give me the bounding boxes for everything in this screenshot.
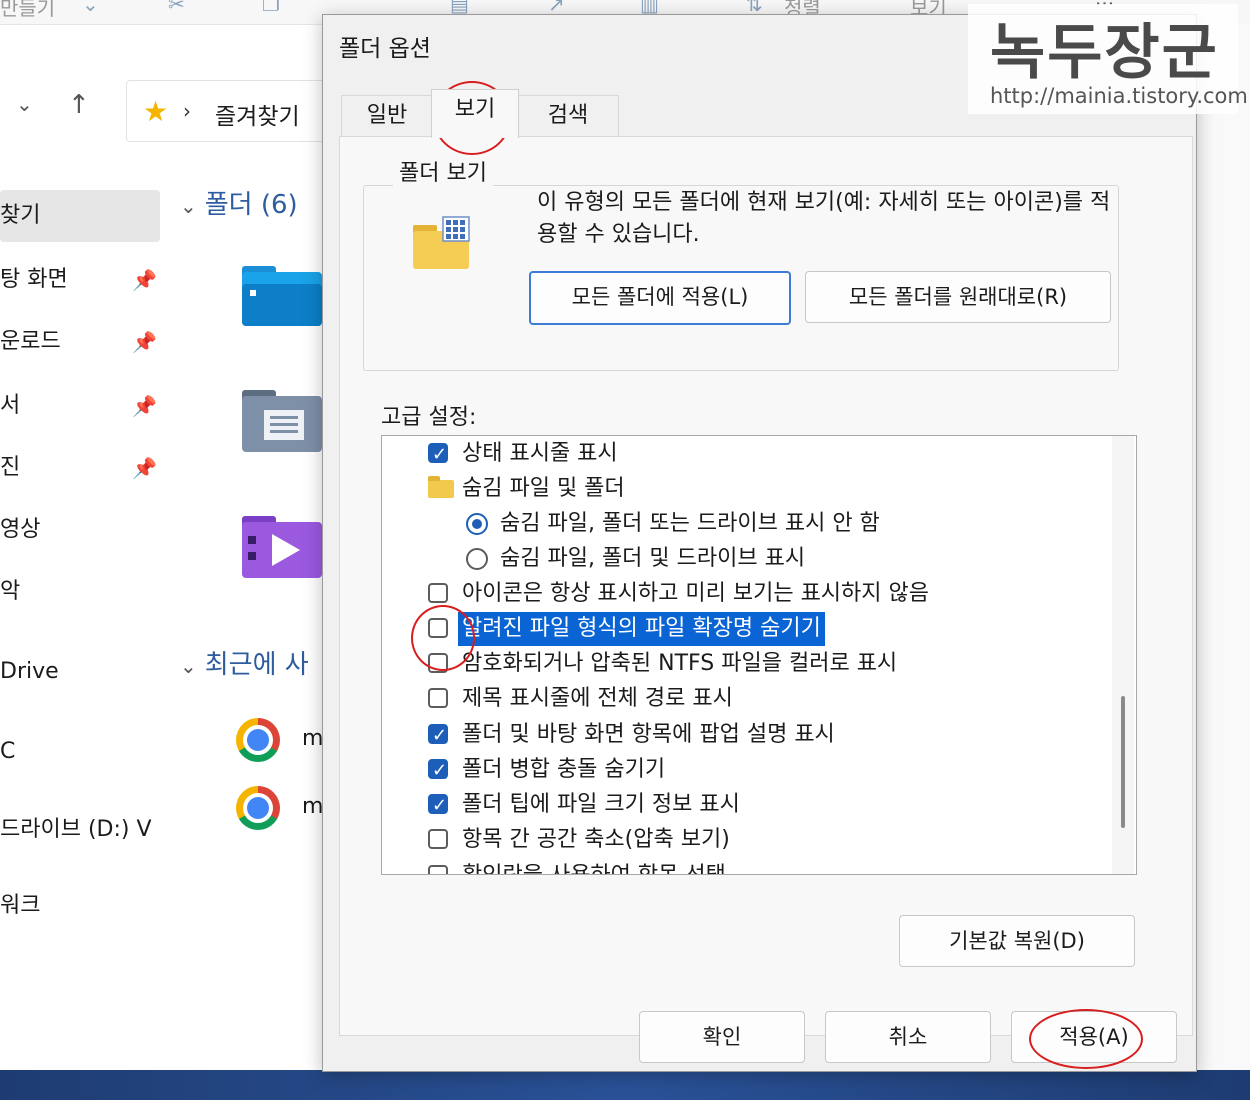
setting-label: 확인란을 사용하여 항목 선택 [462, 859, 726, 874]
folder-icon [428, 476, 454, 498]
checkbox[interactable] [428, 789, 448, 823]
setting-label: 숨김 파일, 폴더 및 드라이브 표시 [500, 546, 806, 571]
radio-button[interactable] [466, 548, 488, 570]
checkbox[interactable] [428, 754, 448, 788]
sidebar-item-videos[interactable]: 영상 [0, 504, 160, 556]
annotation-circle-apply [1029, 1009, 1143, 1069]
folders-section-title: 폴더 (6) [204, 190, 298, 220]
copy-icon[interactable]: ❐ [262, 0, 280, 16]
folder-options-dialog: 폴더 옵션 일반 보기 검색 폴더 보기 이 유형의 모든 폴더에 현재 보기(… [322, 14, 1197, 1072]
chevron-down-icon: ⌄ [180, 654, 197, 678]
checkbox[interactable] [428, 865, 448, 874]
chrome-icon[interactable] [236, 718, 280, 762]
recent-item-label[interactable]: m [302, 794, 323, 819]
sidebar-item-label: 서 [0, 393, 21, 418]
checkbox[interactable] [428, 829, 448, 849]
sidebar-item-desktop[interactable]: 탕 화면 📌 [0, 254, 160, 306]
tab-general[interactable]: 일반 [341, 95, 433, 136]
up-arrow-icon[interactable]: ↑ [68, 90, 90, 120]
checkbox[interactable] [428, 583, 448, 603]
scrollbar-thumb[interactable] [1121, 696, 1125, 828]
pin-icon: 📌 [132, 330, 157, 354]
sidebar-item-label: Drive [0, 659, 59, 684]
setting-label: 폴더 병합 충돌 숨기기 [462, 757, 666, 782]
annotation-circle-checkbox [411, 605, 475, 671]
watermark: 녹두장군 http://mainia.tistory.com [968, 4, 1248, 114]
chevron-down-icon: ⌄ [180, 194, 197, 218]
setting-label: 알려진 파일 형식의 파일 확장명 숨기기 [458, 612, 825, 646]
chevron-right-icon: › [183, 99, 191, 123]
folder-view-icon [413, 216, 470, 269]
advanced-settings-list[interactable]: 상태 표시줄 표시 숨김 파일 및 폴더 숨김 파일, 폴더 또는 드라이브 표… [381, 435, 1137, 875]
address-label: 즐겨찾기 [215, 104, 300, 130]
cancel-button[interactable]: 취소 [825, 1011, 991, 1063]
sidebar-item-label: 진 [0, 455, 21, 480]
apply-to-all-folders-button[interactable]: 모든 폴더에 적용(L) [529, 271, 791, 325]
chrome-icon[interactable] [236, 786, 280, 830]
folder-view-group-title: 폴더 보기 [393, 155, 493, 187]
sidebar-item-label: C [0, 739, 16, 764]
pin-icon: 📌 [132, 456, 157, 480]
sidebar-item-documents[interactable]: 서 📌 [0, 380, 160, 432]
new-button[interactable]: 만들기 [0, 0, 55, 21]
sidebar-item-music[interactable]: 악 [0, 566, 160, 618]
watermark-logo: 녹두장군 [990, 18, 1219, 88]
sidebar-item-label: 워크 [0, 893, 41, 918]
checkbox[interactable] [428, 719, 448, 753]
address-bar[interactable]: ★ › 즐겨찾기 [126, 80, 338, 142]
reset-all-folders-button[interactable]: 모든 폴더를 원래대로(R) [805, 271, 1111, 323]
sidebar-item-label: 탕 화면 [0, 267, 68, 292]
desktop-folder-icon[interactable] [242, 262, 322, 326]
recent-section-title: 최근에 사 [204, 650, 309, 680]
folder-view-description: 이 유형의 모든 폴더에 현재 보기(예: 자세히 또는 아이콘)를 적용할 수… [537, 190, 1111, 247]
cut-icon[interactable]: ✂ [168, 0, 185, 16]
setting-label: 항목 간 공간 축소(압축 보기) [462, 827, 730, 852]
setting-label: 아이콘은 항상 표시하고 미리 보기는 표시하지 않음 [462, 581, 930, 606]
pin-icon: 📌 [132, 268, 157, 292]
setting-label: 암호화되거나 압축된 NTFS 파일을 컬러로 표시 [462, 651, 898, 676]
sidebar-item-quick-access[interactable]: 찾기 [0, 190, 160, 242]
sidebar-item-drive-d[interactable]: 드라이브 (D:) V [0, 804, 160, 856]
setting-label: 상태 표시줄 표시 [462, 441, 618, 466]
chevron-down-icon[interactable]: ⌄ [16, 92, 33, 116]
sidebar-item-label: 드라이브 (D:) V [0, 817, 152, 842]
tab-search[interactable]: 검색 [517, 95, 619, 136]
star-icon: ★ [143, 95, 169, 128]
sidebar-item-label: 영상 [0, 517, 41, 542]
tab-view[interactable]: 보기 [431, 89, 519, 138]
restore-defaults-button[interactable]: 기본값 복원(D) [899, 915, 1135, 967]
watermark-url: http://mainia.tistory.com [990, 84, 1248, 108]
advanced-settings-label: 고급 설정: [381, 405, 477, 430]
setting-label: 제목 표시줄에 전체 경로 표시 [462, 686, 733, 711]
checkbox[interactable] [428, 688, 448, 708]
setting-label: 폴더 및 바탕 화면 항목에 팝업 설명 표시 [462, 722, 835, 747]
pin-icon: 📌 [132, 394, 157, 418]
documents-folder-icon[interactable] [242, 388, 322, 452]
taskbar [0, 1070, 1250, 1100]
list-scrollbar[interactable] [1112, 436, 1134, 874]
sidebar-item-pictures[interactable]: 진 📌 [0, 442, 160, 494]
recent-item-label[interactable]: m [302, 726, 323, 751]
sidebar-item-label: 찾기 [0, 203, 41, 228]
checkbox[interactable] [428, 438, 448, 472]
videos-folder-icon[interactable] [242, 514, 322, 578]
setting-label: 숨김 파일 및 폴더 [462, 476, 625, 501]
explorer-content-edge [1195, 24, 1250, 1070]
sidebar-item-pc[interactable]: C [0, 726, 160, 778]
ok-button[interactable]: 확인 [639, 1011, 805, 1063]
sidebar-item-downloads[interactable]: 운로드 📌 [0, 316, 160, 368]
setting-label: 폴더 팁에 파일 크기 정보 표시 [462, 792, 740, 817]
dialog-title: 폴더 옵션 [339, 36, 431, 62]
radio-button[interactable] [466, 513, 488, 535]
folders-section-header[interactable]: ⌄ 폴더 (6) [180, 184, 298, 221]
chevron-down-icon: ⌄ [82, 0, 99, 16]
sidebar-item-network[interactable]: 워크 [0, 880, 160, 932]
sidebar-item-label: 운로드 [0, 329, 61, 354]
setting-label: 숨김 파일, 폴더 또는 드라이브 표시 안 함 [500, 511, 880, 536]
sidebar-item-label: 악 [0, 579, 21, 604]
sidebar-item-onedrive[interactable]: Drive [0, 646, 160, 698]
recent-section-header[interactable]: ⌄ 최근에 사 [180, 644, 309, 681]
